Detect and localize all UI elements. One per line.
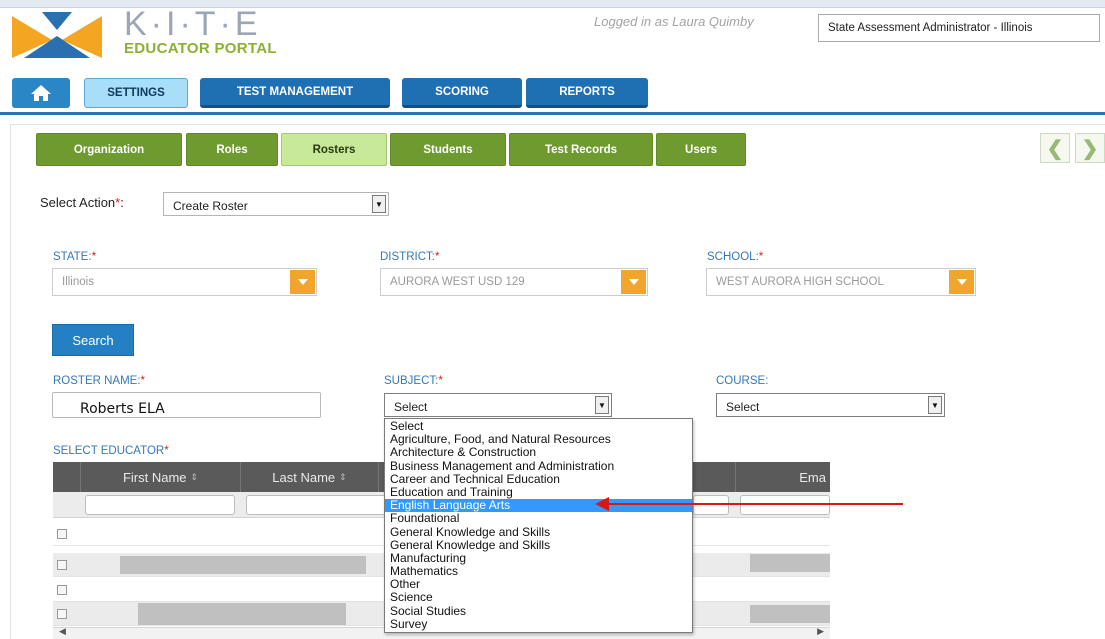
select-educator-label: SELECT EDUCATOR* <box>53 445 169 457</box>
subject-option[interactable]: Science <box>385 591 692 604</box>
column-last-name[interactable]: Last Name ⇕ <box>241 462 379 492</box>
role-select[interactable]: State Assessment Administrator - Illinoi… <box>818 14 1100 42</box>
scroll-left-icon[interactable]: ◀ <box>59 626 66 637</box>
row-checkbox[interactable] <box>57 609 67 619</box>
logged-in-text: Logged in as Laura Quimby <box>594 14 754 29</box>
roster-name-label: ROSTER NAME:* <box>53 375 146 387</box>
annotation-arrow-icon <box>595 497 609 511</box>
subtab-students[interactable]: Students <box>390 133 506 166</box>
chevron-down-icon[interactable] <box>290 270 315 294</box>
state-label: STATE:* <box>53 251 97 263</box>
search-button[interactable]: Search <box>52 324 134 356</box>
subject-option[interactable]: Architecture & Construction <box>385 446 692 459</box>
chevron-right-icon: ❯ <box>1081 137 1099 160</box>
chevron-down-icon: ▼ <box>595 396 609 414</box>
state-combobox[interactable]: Illinois <box>52 268 317 296</box>
nav-tab-scoring[interactable]: SCORING <box>402 78 522 108</box>
nav-divider <box>0 112 1105 115</box>
sort-icon: ⇕ <box>339 471 347 482</box>
chevron-down-icon: ▼ <box>928 396 942 414</box>
subject-option[interactable]: Foundational <box>385 512 692 525</box>
school-value: WEST AURORA HIGH SCHOOL <box>716 276 884 288</box>
course-label: COURSE: <box>716 375 769 387</box>
district-combobox[interactable]: AURORA WEST USD 129 <box>380 268 648 296</box>
chevron-left-icon: ❮ <box>1046 137 1064 160</box>
next-page-button[interactable]: ❯ <box>1075 133 1105 163</box>
district-label: DISTRICT:* <box>380 251 440 263</box>
school-label: SCHOOL:* <box>707 251 764 263</box>
subtab-rosters[interactable]: Rosters <box>281 133 387 166</box>
redacted-name <box>138 603 346 625</box>
column-first-name[interactable]: First Name ⇕ <box>81 462 241 492</box>
filter-input[interactable] <box>693 495 729 515</box>
select-action-label: Select Action*: <box>40 195 124 210</box>
school-combobox[interactable]: WEST AURORA HIGH SCHOOL <box>706 268 976 296</box>
select-action-dropdown[interactable]: Create Roster ▼ <box>163 192 389 216</box>
sort-icon: ⇕ <box>190 471 199 482</box>
district-value: AURORA WEST USD 129 <box>390 276 525 288</box>
nav-tab-reports[interactable]: REPORTS <box>526 78 648 108</box>
email-filter-input[interactable] <box>740 495 830 515</box>
subtab-organization[interactable]: Organization <box>36 133 182 166</box>
logo-wordmark: K·I·T·E <box>124 5 262 43</box>
scroll-right-icon[interactable]: ▶ <box>817 626 824 637</box>
row-checkbox[interactable] <box>57 529 67 539</box>
subject-option[interactable]: Survey <box>385 617 692 631</box>
last-name-filter-input[interactable] <box>246 495 391 515</box>
prev-page-button[interactable]: ❮ <box>1040 133 1070 163</box>
subject-value: Select <box>394 400 428 414</box>
row-checkbox[interactable] <box>57 560 67 570</box>
logo-subtitle: EDUCATOR PORTAL <box>124 40 277 57</box>
subject-option[interactable]: Career and Technical Education <box>385 472 692 486</box>
redacted-email <box>750 605 830 623</box>
redacted-email <box>750 554 830 572</box>
subject-option[interactable]: General Knowledge and Skills <box>385 525 692 539</box>
nav-tab-test-management[interactable]: TEST MANAGEMENT <box>200 78 390 108</box>
chevron-down-icon[interactable] <box>621 270 646 294</box>
redacted-name <box>120 556 366 574</box>
subtab-roles[interactable]: Roles <box>186 133 278 166</box>
row-checkbox[interactable] <box>57 585 67 595</box>
subject-label: SUBJECT:* <box>384 375 443 387</box>
subject-select[interactable]: Select ▼ <box>384 393 612 417</box>
subtab-users[interactable]: Users <box>656 133 746 166</box>
nav-tab-settings[interactable]: SETTINGS <box>84 78 188 108</box>
state-value: Illinois <box>62 276 94 288</box>
subtab-test-records[interactable]: Test Records <box>509 133 653 166</box>
course-value: Select <box>726 400 760 414</box>
subject-option[interactable]: Mathematics <box>385 564 692 578</box>
column-email[interactable]: Ema <box>735 462 830 492</box>
select-all-column <box>53 462 81 492</box>
subject-dropdown-list[interactable]: Select Agriculture, Food, and Natural Re… <box>384 418 693 633</box>
subject-option[interactable]: General Knowledge and Skills <box>385 538 692 552</box>
annotation-arrow-line <box>603 503 903 505</box>
subject-option[interactable]: Social Studies <box>385 604 692 618</box>
kite-logo-icon <box>12 12 102 58</box>
select-action-value: Create Roster <box>173 199 248 213</box>
chevron-down-icon: ▼ <box>372 195 386 213</box>
home-button[interactable] <box>12 78 70 108</box>
course-select[interactable]: Select ▼ <box>716 393 945 417</box>
subject-option[interactable]: Business Management and Administration <box>385 459 692 473</box>
home-icon <box>31 85 51 101</box>
roster-name-value: Roberts ELA <box>80 401 165 417</box>
first-name-filter-input[interactable] <box>85 495 235 515</box>
chevron-down-icon[interactable] <box>949 270 974 294</box>
